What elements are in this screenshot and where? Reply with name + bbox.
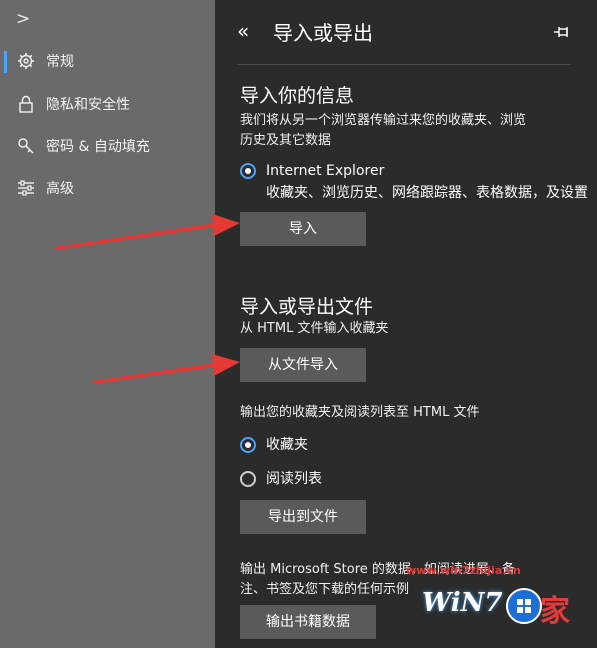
store-description-line2: 注、书签及您下载的任何示例	[240, 582, 410, 597]
sidebar: > 常规 隐私和安全性 密码 & 自动填充 高级	[0, 0, 215, 648]
watermark-char: 家	[540, 594, 570, 629]
sidebar-item-label: 隐私和安全性	[46, 97, 130, 113]
export-books-button[interactable]: 输出书籍数据	[240, 605, 376, 639]
radio-button-unselected[interactable]	[240, 471, 256, 487]
sidebar-item-privacy[interactable]: 隐私和安全性	[0, 86, 215, 122]
radio-label: 收藏夹	[266, 437, 308, 453]
windows-logo-icon	[506, 588, 542, 624]
settings-panel: « 导入或导出 导入你的信息 我们将从另一个浏览器传输过来您的收藏夹、浏览 历史…	[215, 0, 597, 648]
radio-label: Internet Explorer	[266, 163, 385, 179]
import-info-description-line1: 我们将从另一个浏览器传输过来您的收藏夹、浏览	[240, 113, 527, 128]
import-file-description: 从 HTML 文件输入收藏夹	[240, 321, 389, 336]
radio-label: 阅读列表	[266, 471, 322, 487]
import-button[interactable]: 导入	[240, 212, 366, 246]
watermark: www.win7zhijia.cn WiN7 家	[398, 562, 588, 644]
export-description: 输出您的收藏夹及阅读列表至 HTML 文件	[240, 405, 480, 420]
sidebar-item-passwords[interactable]: 密码 & 自动填充	[0, 128, 215, 164]
gear-icon	[16, 51, 36, 71]
radio-sub-label: 收藏夹、浏览历史、网络跟踪器、表格数据，及设置	[266, 185, 588, 201]
sidebar-item-label: 密码 & 自动填充	[46, 139, 150, 155]
radio-reading-list[interactable]: 阅读列表	[240, 469, 322, 489]
radio-internet-explorer[interactable]: Internet Explorer 收藏夹、浏览历史、网络跟踪器、表格数据，及设…	[240, 161, 588, 203]
import-from-file-button[interactable]: 从文件导入	[240, 348, 366, 382]
expand-chevron-icon[interactable]: >	[16, 8, 36, 30]
watermark-brand: WiN7	[422, 588, 503, 618]
radio-button-selected[interactable]	[240, 437, 256, 453]
sidebar-item-general[interactable]: 常规	[0, 43, 215, 79]
sliders-icon	[16, 178, 36, 198]
page-title: 导入或导出	[273, 21, 373, 45]
lock-icon	[16, 94, 36, 114]
section-heading-import-export-file: 导入或导出文件	[240, 296, 374, 318]
radio-favorites[interactable]: 收藏夹	[240, 435, 308, 455]
watermark-url: www.win7zhijia.cn	[406, 564, 521, 577]
panel-header: « 导入或导出	[215, 0, 597, 60]
sidebar-item-label: 高级	[46, 181, 74, 197]
key-icon	[16, 136, 36, 156]
section-heading-import-info: 导入你的信息	[240, 85, 355, 107]
import-info-description-line2: 历史及其它数据	[240, 133, 332, 148]
radio-button-selected[interactable]	[240, 163, 256, 179]
divider	[237, 64, 571, 65]
sidebar-item-label: 常规	[46, 54, 74, 70]
pin-icon[interactable]	[553, 22, 573, 42]
back-button[interactable]: «	[237, 20, 249, 42]
export-to-file-button[interactable]: 导出到文件	[240, 500, 366, 534]
sidebar-item-advanced[interactable]: 高级	[0, 170, 215, 206]
